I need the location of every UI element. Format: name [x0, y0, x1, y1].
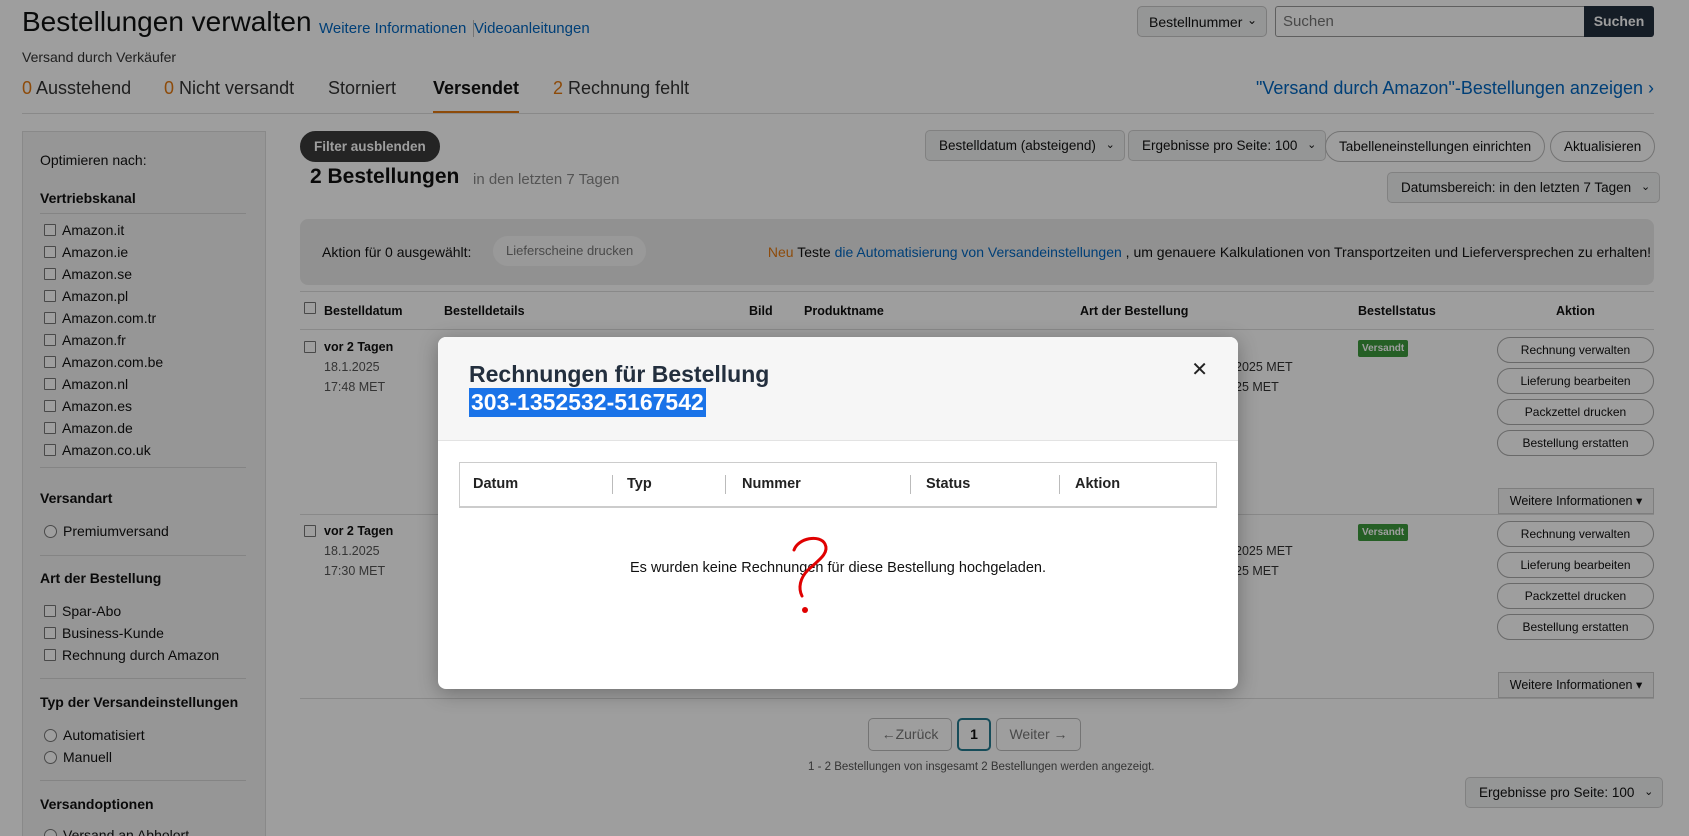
- column-separator: [1059, 475, 1060, 494]
- close-icon[interactable]: ✕: [1191, 357, 1208, 382]
- col-type: Typ: [627, 476, 652, 492]
- col-number: Nummer: [742, 476, 801, 492]
- column-separator: [910, 475, 911, 494]
- col-date: Datum: [473, 476, 519, 492]
- column-separator: [725, 475, 726, 494]
- question-mark-annotation: [792, 536, 828, 613]
- col-status: Status: [926, 476, 971, 492]
- invoices-modal: Rechnungen für Bestellung 303-1352532-51…: [438, 337, 1238, 689]
- modal-title: Rechnungen für Bestellung: [469, 361, 770, 387]
- col-action: Aktion: [1075, 476, 1121, 492]
- modal-header: Rechnungen für Bestellung 303-1352532-51…: [438, 337, 1238, 441]
- column-separator: [612, 475, 613, 494]
- order-number-selected: 303-1352532-5167542: [469, 388, 706, 417]
- invoice-table-header: Datum Typ Nummer Status Aktion: [459, 462, 1217, 508]
